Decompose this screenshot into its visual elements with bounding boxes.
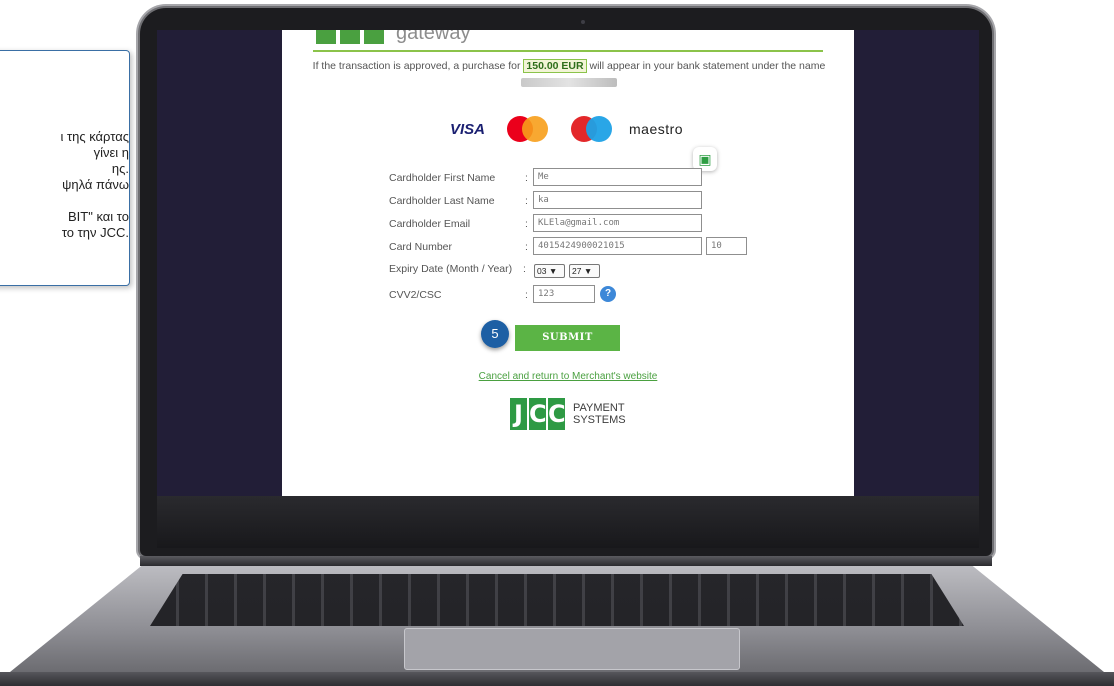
webcam xyxy=(581,20,585,24)
merchant-name-redacted xyxy=(521,77,617,87)
last-name-field[interactable]: ka xyxy=(533,191,702,209)
callout-line: ι της κάρτας xyxy=(60,129,129,144)
jcc-gateway-logo: gateway xyxy=(316,30,471,45)
maestro-label: maestro xyxy=(629,121,684,137)
cancel-link[interactable]: Cancel and return to Merchant's website xyxy=(282,371,854,382)
cvv-label: CVV2/CSC xyxy=(389,289,442,301)
callout-line: BIT" και το xyxy=(68,209,129,224)
screen-bezel xyxy=(157,496,979,548)
laptop-front-edge xyxy=(0,672,1114,686)
visa-logo: VISA xyxy=(450,120,486,138)
amount-badge: 150.00 EUR xyxy=(523,59,587,73)
expiry-label: Expiry Date (Month / Year) xyxy=(389,263,513,275)
card-number-extra-field[interactable]: 10 xyxy=(706,237,747,255)
cvv-field[interactable]: 123 xyxy=(533,285,595,303)
jcc-payment-systems-logo: J C C PAYMENT SYSTEMS xyxy=(510,398,626,430)
purchase-notice: If the transaction is approved, a purcha… xyxy=(304,58,834,90)
callout-line: γίνει η xyxy=(93,145,129,160)
mastercard-logo xyxy=(507,116,553,142)
trackpad xyxy=(404,628,740,670)
maestro-logo xyxy=(571,116,617,142)
instruction-callout: ι της κάρτας γίνει η ης. ψηλά πάνω BIT" … xyxy=(0,50,130,286)
card-brands: VISA maestro xyxy=(450,116,683,142)
expiry-year-select[interactable]: 27 ▼ xyxy=(569,264,600,278)
chevron-down-icon: ▼ xyxy=(583,266,593,276)
first-name-label: Cardholder First Name xyxy=(389,172,496,184)
help-icon[interactable]: ? xyxy=(600,286,616,302)
email-field[interactable]: KLEla@gmail.com xyxy=(533,214,702,232)
gateway-label: gateway xyxy=(396,30,471,44)
callout-line: ης. xyxy=(111,161,129,176)
card-number-label: Card Number xyxy=(389,241,453,253)
last-name-label: Cardholder Last Name xyxy=(389,195,495,207)
step-marker: 5 xyxy=(481,320,509,348)
callout-line: το την JCC. xyxy=(61,225,129,240)
card-number-field[interactable]: 4015424900021015 xyxy=(533,237,702,255)
chevron-down-icon: ▼ xyxy=(548,266,558,276)
first-name-field[interactable]: Me xyxy=(533,168,702,186)
laptop-hinge xyxy=(140,556,992,566)
callout-line: ψηλά πάνω xyxy=(62,177,129,192)
expiry-month-select[interactable]: 03 ▼ xyxy=(534,264,565,278)
header-divider xyxy=(313,50,823,52)
keyboard xyxy=(150,574,964,626)
submit-button[interactable]: SUBMIT xyxy=(515,325,620,351)
payment-page: gateway If the transaction is approved, … xyxy=(282,30,854,496)
email-label: Cardholder Email xyxy=(389,218,471,230)
